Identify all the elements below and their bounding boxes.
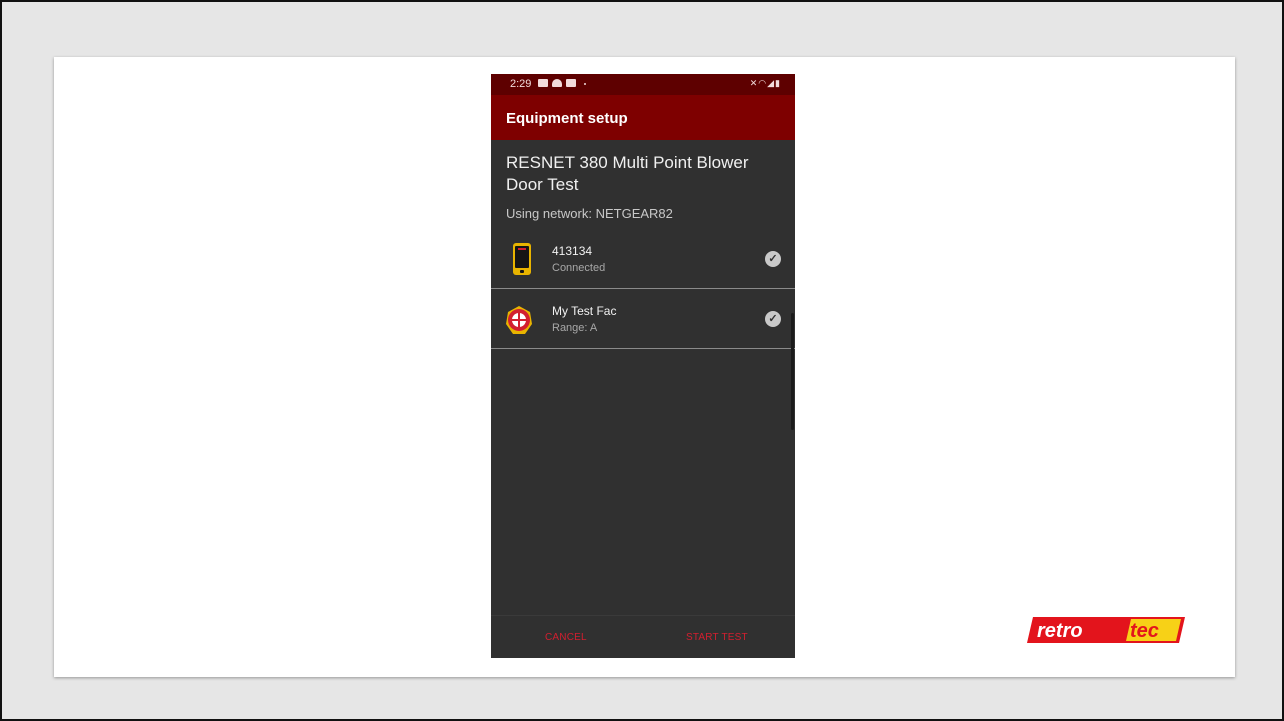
youtube-icon [538,79,548,87]
check-icon: ✓ [765,311,781,327]
dot-icon [584,83,586,85]
status-bar: 2:29 ✕◠◢▮ [491,74,795,95]
mute-icon: ✕ [749,78,759,88]
fan-icon [506,306,532,334]
app-bar: Equipment setup [491,95,795,140]
cloud-icon [552,79,562,87]
device-name: 413134 [552,244,593,258]
check-icon: ✓ [765,251,781,267]
signal-icon: ◢ [767,78,776,88]
youtube-icon [566,79,576,87]
test-title: RESNET 380 Multi Point Blower Door Test [506,153,749,194]
phone-screen: 2:29 ✕◠◢▮ Equipment setup RESNET 380 Mul… [491,74,795,658]
start-test-button[interactable]: START TEST [686,632,748,643]
device-row-fan[interactable]: My Test Fac Range: A ✓ [491,290,795,349]
scrollbar[interactable] [791,313,794,430]
device-row-gauge[interactable]: 413134 Connected ✓ [491,230,795,289]
status-time: 2:29 [510,78,532,90]
page-title: Equipment setup [506,110,628,127]
gauge-icon [513,243,531,275]
action-bar: CANCEL START TEST [491,615,795,658]
retrotec-logo: retro tec [1027,617,1185,643]
logo-text-part2: tec [1130,620,1159,642]
status-right-icons: ✕◠◢▮ [750,78,781,89]
device-status: Range: A [552,322,598,334]
logo-text-part1: retro [1037,620,1083,642]
device-status: Connected [552,262,606,274]
network-label: Using network: NETGEAR82 [506,206,673,221]
battery-icon: ▮ [775,78,781,88]
device-name: My Test Fac [552,304,617,318]
wifi-icon: ◠ [758,78,768,88]
cancel-button[interactable]: CANCEL [545,632,587,643]
